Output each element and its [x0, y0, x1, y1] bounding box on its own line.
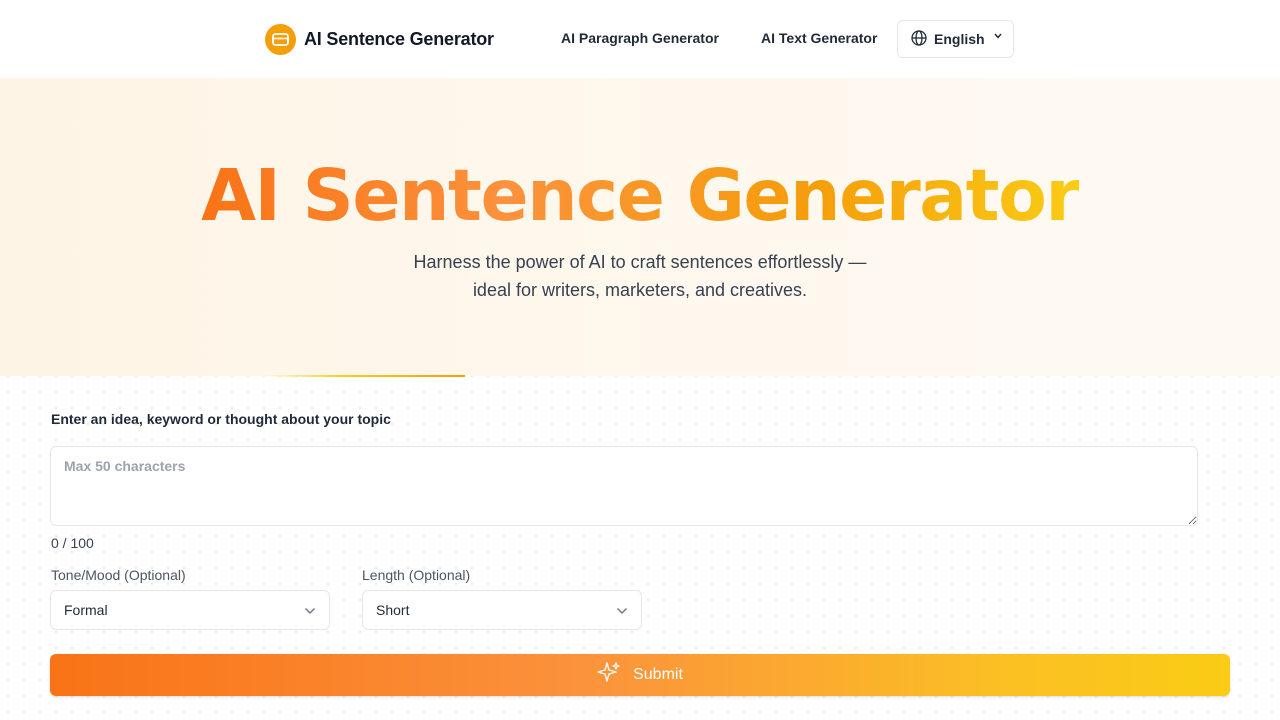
character-counter: 0 / 100 — [51, 535, 94, 551]
nav-link-text-generator[interactable]: AI Text Generator — [761, 30, 877, 46]
hero-section: AI Sentence Generator Harness the power … — [0, 78, 1280, 376]
chevron-down-icon — [616, 602, 628, 618]
topic-input[interactable] — [50, 446, 1198, 526]
site-header: AI Sentence Generator AI Paragraph Gener… — [0, 0, 1280, 78]
length-selected-value: Short — [376, 602, 410, 618]
length-select[interactable]: Short — [362, 590, 642, 630]
chevron-down-icon — [304, 602, 316, 618]
globe-icon — [911, 29, 927, 49]
submit-label: Submit — [633, 666, 683, 683]
length-label: Length (Optional) — [362, 567, 471, 583]
tone-label: Tone/Mood (Optional) — [51, 567, 186, 583]
nav-link-paragraph-generator[interactable]: AI Paragraph Generator — [561, 30, 719, 46]
accent-divider — [265, 375, 465, 377]
logo-link[interactable]: AI Sentence Generator — [265, 24, 494, 55]
logo-text: AI Sentence Generator — [304, 29, 494, 49]
submit-button[interactable]: Submit — [50, 654, 1230, 696]
hero-subtitle: Harness the power of AI to craft sentenc… — [0, 248, 1280, 304]
chevron-down-icon — [994, 31, 1002, 42]
tone-select[interactable]: Formal — [50, 590, 330, 630]
hero-subtitle-line-2: ideal for writers, marketers, and creati… — [472, 280, 808, 300]
language-label: English — [934, 31, 985, 47]
sparkle-icon — [597, 661, 621, 690]
tone-selected-value: Formal — [64, 602, 108, 618]
hero-subtitle-line-1: Harness the power of AI to craft sentenc… — [413, 252, 867, 272]
language-selector[interactable]: English — [897, 20, 1014, 58]
hero-title: AI Sentence Generator — [201, 154, 1080, 237]
topic-label: Enter an idea, keyword or thought about … — [51, 411, 391, 427]
logo-icon — [265, 24, 296, 55]
